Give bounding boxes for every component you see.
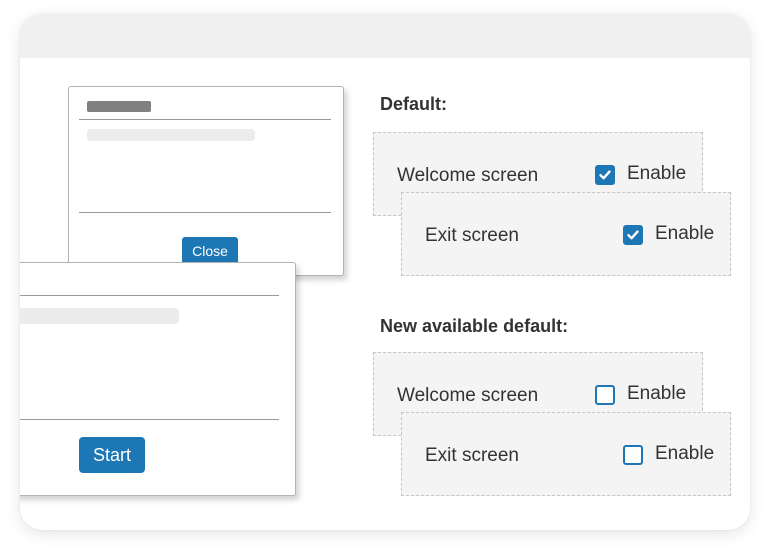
enable-label: Enable — [655, 223, 715, 244]
enable-checkbox[interactable] — [623, 445, 643, 465]
start-button[interactable]: Start — [79, 437, 145, 473]
dialog-header-divider — [20, 295, 279, 296]
option-name: Exit screen — [425, 445, 519, 466]
enable-label: Enable — [627, 383, 687, 404]
section-label-default: Default: — [380, 94, 447, 114]
enable-checkbox[interactable] — [595, 165, 615, 185]
dialog-text-placeholder — [87, 129, 255, 141]
dialog-text-placeholder — [20, 308, 179, 324]
mock-dialog-start: Start — [20, 262, 296, 496]
illustration-card: Close Start Default: Welcome screen Enab… — [20, 14, 750, 530]
enable-checkbox[interactable] — [623, 225, 643, 245]
dialog-footer-divider — [20, 419, 279, 420]
option-exit-screen-new: Exit screen Enable — [401, 412, 731, 496]
enable-label: Enable — [655, 443, 715, 464]
option-exit-screen-default: Exit screen Enable — [401, 192, 731, 276]
dialog-title-placeholder — [87, 101, 151, 112]
checkmark-icon — [627, 230, 639, 240]
enable-checkbox[interactable] — [595, 385, 615, 405]
mock-dialog-close: Close — [68, 86, 344, 276]
option-name: Exit screen — [425, 225, 519, 246]
close-button[interactable]: Close — [182, 237, 238, 265]
option-name: Welcome screen — [397, 165, 539, 186]
checkmark-icon — [599, 170, 611, 180]
section-label-new-default: New available default: — [380, 316, 569, 336]
enable-label: Enable — [627, 163, 687, 184]
window-top-bar — [20, 14, 750, 58]
dialog-footer-divider — [79, 212, 331, 213]
dialog-header-divider — [79, 119, 331, 120]
option-name: Welcome screen — [397, 385, 539, 406]
